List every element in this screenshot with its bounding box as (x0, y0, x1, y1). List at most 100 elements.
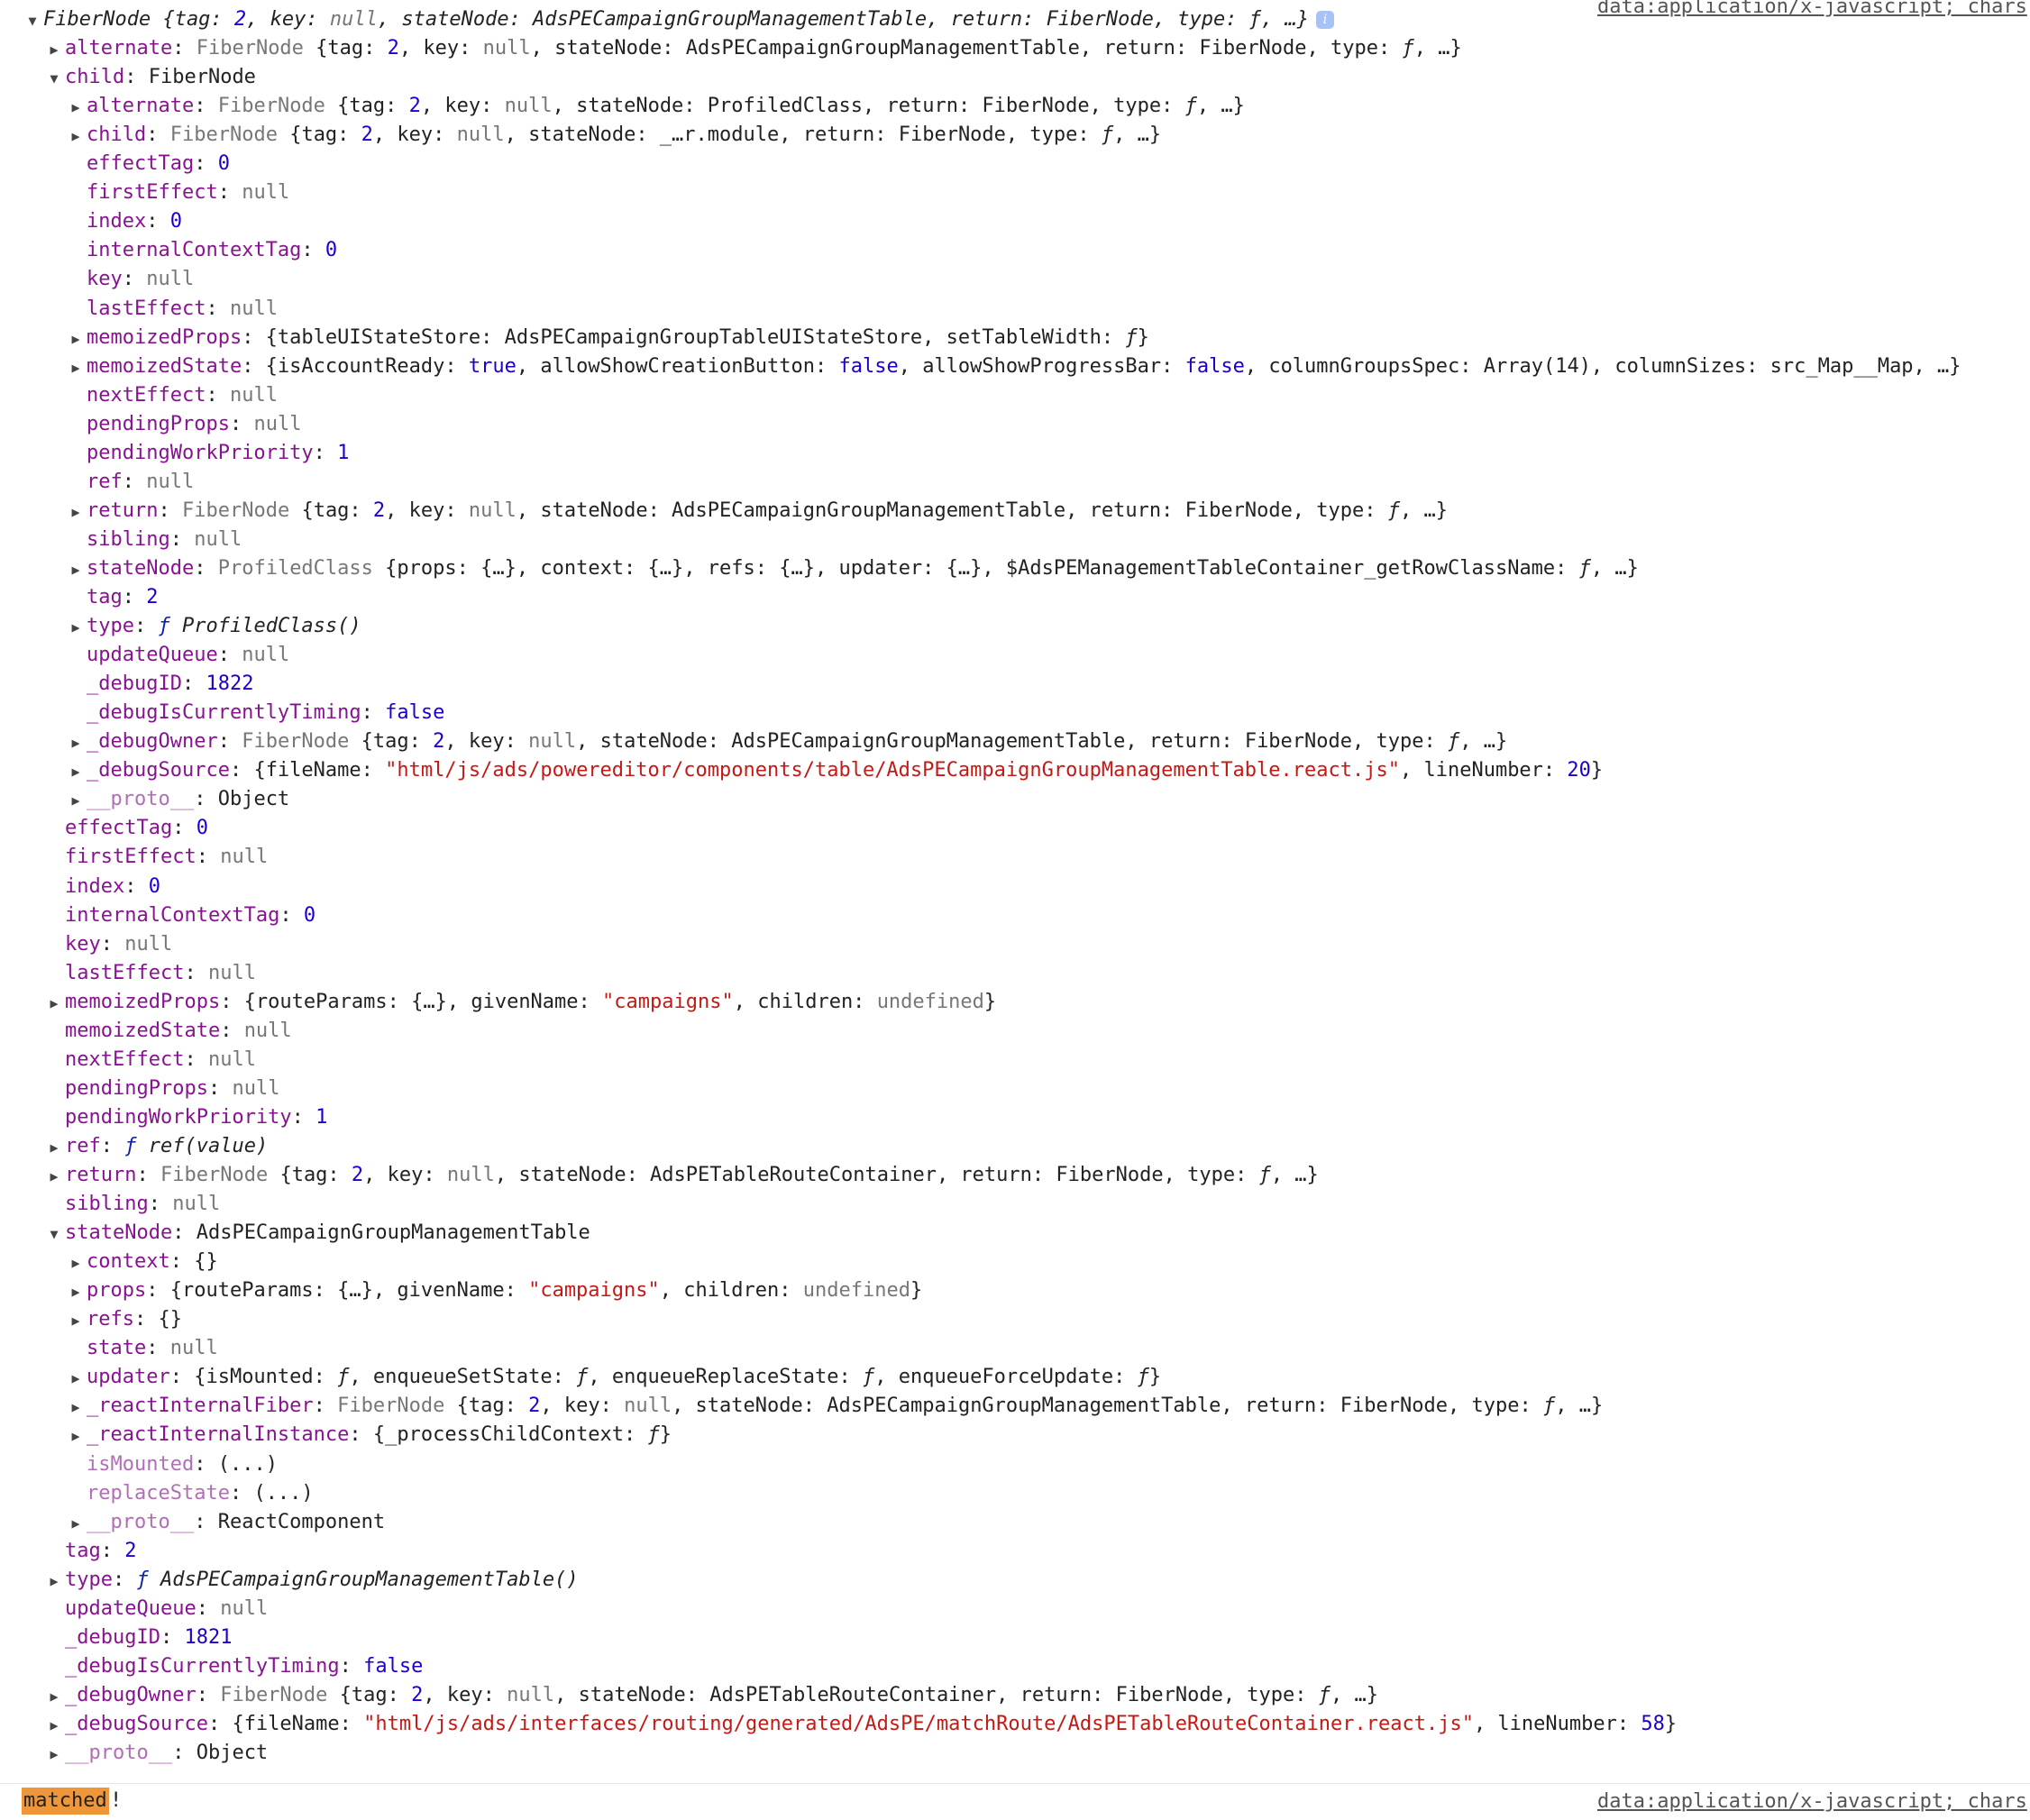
tree-row[interactable]: ▶ ref: ƒ ref(value) (0, 1132, 2030, 1161)
tree-row[interactable]: ▶ _debugSource: {fileName: "html/js/ads/p… (0, 756, 2030, 785)
triangle-right-icon[interactable]: ▶ (65, 613, 87, 641)
triangle-right-icon[interactable]: ▶ (65, 1277, 87, 1305)
tree-row-text: : (100, 1539, 125, 1562)
info-icon[interactable]: i (1316, 11, 1334, 29)
triangle-right-icon[interactable]: ▶ (65, 1422, 87, 1450)
triangle-right-icon[interactable]: ▶ (65, 1509, 87, 1537)
tree-row-text: key (87, 268, 123, 291)
tree-row[interactable]: ▶ _reactInternalFiber: FiberNode {tag: 2,… (0, 1392, 2030, 1421)
tree-row[interactable]: ▶ refs: {} (0, 1305, 2030, 1334)
tree-row-text: 58 (1641, 1712, 1665, 1735)
triangle-right-icon[interactable]: ▶ (65, 498, 87, 526)
tree-row[interactable]: ▶ _debugOwner: FiberNode {tag: 2, key: nu… (0, 727, 2030, 756)
triangle-down-icon[interactable]: ▼ (43, 64, 65, 92)
triangle-right-icon[interactable]: ▶ (43, 1740, 65, 1768)
triangle-down-icon[interactable]: ▼ (22, 6, 43, 34)
tree-row-text: ƒ (647, 1423, 660, 1447)
triangle-down-icon[interactable]: ▼ (43, 1220, 65, 1248)
tree-row: tag: 2 (0, 583, 2030, 612)
tree-row-text: false (838, 354, 899, 378)
tree-row-text: null (253, 412, 302, 435)
tree-row-text: ƒ (1101, 123, 1114, 147)
triangle-right-icon[interactable]: ▶ (65, 325, 87, 352)
tree-row[interactable]: ▼ FiberNode {tag: 2, key: null, stateNode… (0, 5, 2030, 34)
tree-row-text: , enqueueReplaceState: (588, 1366, 863, 1389)
triangle-right-icon[interactable]: ▶ (65, 93, 87, 121)
tree-row-text: null (468, 498, 517, 522)
tree-row-text: updateQueue (65, 1596, 197, 1620)
triangle-right-icon[interactable]: ▶ (43, 1162, 65, 1190)
triangle-right-icon[interactable]: ▶ (43, 989, 65, 1017)
tree-row[interactable]: ▶ _debugOwner: FiberNode {tag: 2, key: nu… (0, 1681, 2030, 1710)
tree-row[interactable]: ▶ alternate: FiberNode {tag: 2, key: null… (0, 34, 2030, 63)
tree-row[interactable]: ▼ child: FiberNode (0, 63, 2030, 92)
tree-row[interactable]: ▶ type: ƒ AdsPECampaignGroupManagementTab… (0, 1566, 2030, 1595)
tree-row-text: _debugOwner (65, 1683, 197, 1706)
tree-row-text: null (124, 932, 173, 956)
tree-row-text: "html/js/ads/powereditor/components/tabl… (385, 759, 1400, 782)
tree-row[interactable]: ▶ child: FiberNode {tag: 2, key: null, st… (0, 121, 2030, 150)
triangle-right-icon[interactable]: ▶ (65, 1306, 87, 1334)
tree-row[interactable]: ▶ memoizedProps: {tableUIStateStore: AdsP… (0, 324, 2030, 352)
triangle-right-icon[interactable]: ▶ (65, 757, 87, 785)
tree-row-text: type (87, 615, 134, 638)
triangle-right-icon[interactable]: ▶ (65, 122, 87, 150)
source-link-bottom[interactable]: data:application/x-javascript; chars (1597, 1788, 2030, 1816)
tree-row: tag: 2 (0, 1537, 2030, 1566)
tree-row-text: updater (87, 1366, 170, 1389)
tree-row-text: pendingWorkPriority (87, 441, 314, 464)
triangle-right-icon[interactable]: ▶ (43, 1567, 65, 1595)
triangle-right-icon[interactable]: ▶ (65, 1393, 87, 1421)
tree-row-text: FiberNode (169, 123, 278, 147)
tree-row-text: , …} (1113, 123, 1162, 147)
tree-row[interactable]: ▶ return: FiberNode {tag: 2, key: null, s… (0, 1161, 2030, 1190)
triangle-right-icon[interactable]: ▶ (65, 353, 87, 381)
tree-row-text: tag (87, 586, 123, 608)
tree-row-text: : (...) (229, 1481, 314, 1504)
tree-row[interactable]: ▶ props: {routeParams: {…}, givenName: "c… (0, 1276, 2030, 1305)
tree-row-text: firstEffect (87, 181, 218, 205)
triangle-right-icon[interactable]: ▶ (65, 786, 87, 814)
tree-row[interactable]: ▶ stateNode: ProfiledClass {props: {…}, c… (0, 554, 2030, 583)
tree-row: key: null (0, 930, 2030, 959)
triangle-right-icon[interactable]: ▶ (65, 728, 87, 756)
tree-row[interactable]: ▶ memoizedProps: {routeParams: {…}, given… (0, 988, 2030, 1017)
tree-row[interactable]: ▶ __proto__: Object (0, 785, 2030, 814)
tree-row-text: null (220, 846, 269, 869)
triangle-right-icon[interactable]: ▶ (43, 1711, 65, 1739)
tree-row-text: {tag: (289, 498, 373, 522)
tree-row-text: null (456, 123, 505, 147)
tree-row-text: true (468, 354, 517, 378)
tree-row[interactable]: ▶ memoizedState: {isAccountReady: true, a… (0, 352, 2030, 381)
tree-row[interactable]: ▶ _reactInternalInstance: {_processChildC… (0, 1421, 2030, 1450)
tree-row-text: : (184, 1047, 208, 1071)
tree-row[interactable]: ▶ _debugSource: {fileName: "html/js/ads/i… (0, 1710, 2030, 1739)
tree-row-text: : {routeParams: {…}, givenName: (220, 990, 603, 1013)
tree-row-text: , children: (733, 990, 877, 1013)
tree-row[interactable]: ▶ __proto__: Object (0, 1739, 2030, 1768)
tree-row[interactable]: ▶ __proto__: ReactComponent (0, 1508, 2030, 1537)
tree-row-text: , key: (372, 123, 457, 147)
tree-row-text: : Object (172, 1742, 269, 1764)
tree-row[interactable]: ▶ updater: {isMounted: ƒ, enqueueSetState… (0, 1363, 2030, 1392)
tree-row[interactable]: ▶ context: {} (0, 1248, 2030, 1276)
triangle-right-icon[interactable]: ▶ (43, 35, 65, 63)
tree-row-text: ƒ (1258, 1164, 1271, 1186)
tree-row-text: 2 (528, 1395, 541, 1418)
triangle-right-icon[interactable]: ▶ (65, 1248, 87, 1276)
tree-row-text: null (146, 268, 195, 291)
tree-row[interactable]: ▶ type: ƒ ProfiledClass() (0, 612, 2030, 641)
tree-row-text: null (229, 383, 278, 407)
tree-row-text: __proto__ (87, 1510, 195, 1533)
triangle-right-icon[interactable]: ▶ (43, 1133, 65, 1161)
tree-row[interactable]: ▶ return: FiberNode {tag: 2, key: null, s… (0, 497, 2030, 526)
tree-row-text: null (220, 1596, 269, 1620)
tree-row[interactable]: ▼ stateNode: AdsPECampaignGroupManagement… (0, 1219, 2030, 1248)
triangle-right-icon[interactable]: ▶ (65, 555, 87, 583)
tree-row-text: , key: (363, 1164, 447, 1186)
triangle-right-icon[interactable]: ▶ (43, 1682, 65, 1710)
tree-row[interactable]: ▶ alternate: FiberNode {tag: 2, key: null… (0, 92, 2030, 121)
tree-row-text: memoizedProps (87, 325, 242, 349)
tree-row-text: "html/js/ads/interfaces/routing/generate… (363, 1712, 1474, 1735)
triangle-right-icon[interactable]: ▶ (65, 1364, 87, 1392)
